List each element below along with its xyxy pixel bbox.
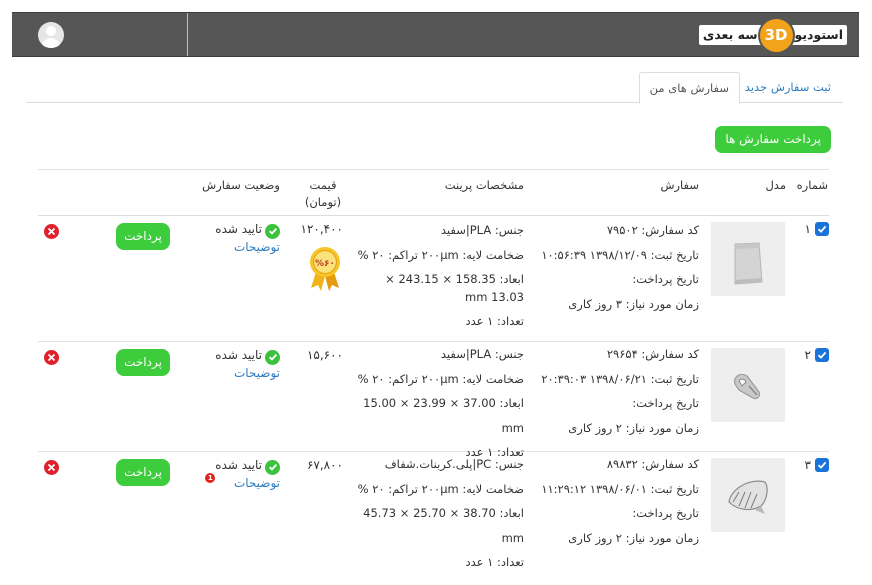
header-number: شماره: [796, 178, 828, 192]
spec-material: جنس: PC|پلی.کربنات.شفاف: [384, 457, 524, 471]
spec-material: جنس: PLA|سفید: [440, 223, 524, 237]
order-info: کد سفارش: ۸۹۸۳۲ تاریخ ثبت: ۱۳۹۸/۰۶/۰۱ ۱۱…: [541, 452, 699, 550]
tab-new-order[interactable]: ثبت سفارش جدید: [735, 72, 841, 103]
site-logo[interactable]: استودیو 3D سه بعدی: [698, 18, 847, 52]
print-specs: جنس: PLA|سفید ضخامت لایه: ۲۰۰μm تراکم: ۲…: [344, 342, 524, 465]
navbar-divider: [187, 13, 188, 56]
row-number-text: ۳: [804, 458, 811, 472]
pay-button[interactable]: پرداخت: [116, 349, 170, 376]
order-code: کد سفارش: ۷۹۵۰۲: [606, 223, 699, 237]
logo-text-left: سه بعدی: [698, 25, 762, 45]
discount-percent: %۶۰: [315, 259, 335, 269]
order-code: کد سفارش: ۲۹۶۵۴: [606, 347, 699, 361]
spec-material: جنس: PLA|سفید: [440, 347, 524, 361]
shell-model-thumb[interactable]: [711, 458, 785, 532]
table-row: ۳ کد سفارش: ۸۹۸۳۲ تاریخ ثبت: ۱۳۹۸/۰۶/۰۱ …: [38, 452, 829, 569]
delete-order-icon[interactable]: [44, 350, 59, 365]
order-pay-date: تاریخ پرداخت:: [632, 396, 699, 410]
header-price-label: قیمت: [309, 178, 337, 192]
description-link[interactable]: توضیحات 1: [205, 472, 280, 490]
order-info: کد سفارش: ۲۹۶۵۴ تاریخ ثبت: ۱۳۹۸/۰۶/۲۱ ۲۰…: [541, 342, 699, 440]
order-price: ۱۲۰,۴۰۰: [300, 222, 344, 236]
order-info: کد سفارش: ۷۹۵۰۲ تاریخ ثبت: ۱۳۹۸/۱۲/۰۹ ۱۰…: [541, 218, 699, 316]
status-text: تایید شده: [215, 348, 262, 362]
discount-medal-icon: %۶۰: [307, 246, 343, 292]
pay-button[interactable]: پرداخت: [116, 223, 170, 250]
check-circle-icon: [265, 223, 280, 239]
row-number: ۳: [805, 458, 829, 472]
check-circle-icon: [265, 459, 280, 475]
spec-layer: ضخامت لایه: ۲۰۰μm تراکم: ۲۰ %: [357, 371, 524, 386]
order-price: ۶۷,۸۰۰: [306, 458, 343, 472]
order-pay-date: تاریخ پرداخت:: [632, 272, 699, 286]
row-checkbox[interactable]: [815, 458, 829, 472]
logo-3d-mark: 3D: [759, 18, 793, 52]
table-row: ۲ کد سفارش: ۲۹۶۵۴ تاریخ ثبت: ۱۳۹۸/۰۶/۲۱ …: [38, 342, 829, 459]
pay-orders-button[interactable]: پرداخت سفارش ها: [715, 126, 831, 153]
spec-dims: ابعاد: 38.70 × 25.70 × 45.73 mm: [363, 506, 524, 545]
row-checkbox[interactable]: [815, 348, 829, 362]
order-status: تایید شده توضیحات 1: [205, 458, 280, 490]
notification-badge: 1: [205, 472, 216, 483]
description-link[interactable]: توضیحات: [215, 366, 280, 380]
row-checkbox[interactable]: [815, 222, 829, 236]
order-pay-date: تاریخ پرداخت:: [632, 506, 699, 520]
order-time-needed: زمان مورد نیاز: ۳ روز کاری: [568, 296, 699, 311]
header-status: وضعیت سفارش: [202, 178, 280, 192]
header-order: سفارش: [660, 178, 699, 192]
status-text: تایید شده: [215, 222, 262, 236]
order-time-needed: زمان مورد نیاز: ۲ روز کاری: [568, 530, 699, 545]
header-print-specs: مشخصات پرینت: [444, 178, 524, 192]
clip-model-thumb[interactable]: [711, 348, 785, 422]
spec-layer: ضخامت لایه: ۲۰۰μm تراکم: ۲۰ %: [357, 481, 524, 496]
spec-count: تعداد: ۱ عدد: [465, 314, 524, 328]
logo-text-right: استودیو: [790, 25, 847, 45]
delete-order-icon[interactable]: [44, 224, 59, 239]
pay-button[interactable]: پرداخت: [116, 459, 170, 486]
spec-count: تعداد: ۱ عدد: [465, 555, 524, 569]
order-price: ۱۵,۶۰۰: [306, 348, 343, 362]
header-price-unit: (تومان): [304, 195, 342, 209]
user-avatar-icon[interactable]: [38, 22, 64, 48]
row-number: ۲: [805, 348, 829, 362]
spec-layer: ضخامت لایه: ۲۰۰μm تراکم: ۲۰ %: [357, 247, 524, 262]
check-circle-icon: [265, 349, 280, 365]
delete-order-icon[interactable]: [44, 460, 59, 475]
description-link-text: توضیحات: [233, 475, 280, 490]
order-reg-date: تاریخ ثبت: ۱۳۹۸/۱۲/۰۹ ۱۰:۵۶:۳۹: [541, 247, 699, 262]
order-code: کد سفارش: ۸۹۸۳۲: [606, 457, 699, 471]
status-text: تایید شده: [215, 458, 262, 472]
table-header: شماره مدل سفارش مشخصات پرینت قیمت (تومان…: [38, 169, 829, 216]
print-specs: جنس: PC|پلی.کربنات.شفاف ضخامت لایه: ۲۰۰μ…: [344, 452, 524, 575]
header-price: قیمت (تومان): [303, 178, 343, 209]
description-link[interactable]: توضیحات: [215, 240, 280, 254]
order-reg-date: تاریخ ثبت: ۱۳۹۸/۰۶/۲۱ ۲۰:۳۹:۰۳: [541, 371, 699, 386]
spec-dims: ابعاد: 158.35 × 243.15 × 13.03 mm: [385, 272, 524, 304]
spec-dims: ابعاد: 37.00 × 23.99 × 15.00 mm: [363, 396, 524, 435]
row-number: ۱: [805, 222, 829, 236]
order-status: تایید شده توضیحات: [215, 222, 280, 254]
order-status: تایید شده توضیحات: [215, 348, 280, 380]
print-specs: جنس: PLA|سفید ضخامت لایه: ۲۰۰μm تراکم: ۲…: [354, 218, 524, 334]
table-row: ۱ کد سفارش: ۷۹۵۰۲ تاریخ ثبت: ۱۳۹۸/۱۲/۰۹ …: [38, 216, 829, 342]
row-number-text: ۱: [804, 222, 811, 236]
part-model-thumb[interactable]: [711, 222, 785, 296]
tab-my-orders[interactable]: سفارش های من: [638, 72, 740, 104]
order-tabs: ثبت سفارش جدید سفارش های من: [26, 72, 843, 104]
order-reg-date: تاریخ ثبت: ۱۳۹۸/۰۶/۰۱ ۱۱:۲۹:۱۲: [541, 481, 699, 496]
top-navbar: استودیو 3D سه بعدی: [12, 12, 859, 57]
row-number-text: ۲: [804, 348, 811, 362]
order-time-needed: زمان مورد نیاز: ۲ روز کاری: [568, 420, 699, 435]
header-model: مدل: [765, 178, 786, 192]
